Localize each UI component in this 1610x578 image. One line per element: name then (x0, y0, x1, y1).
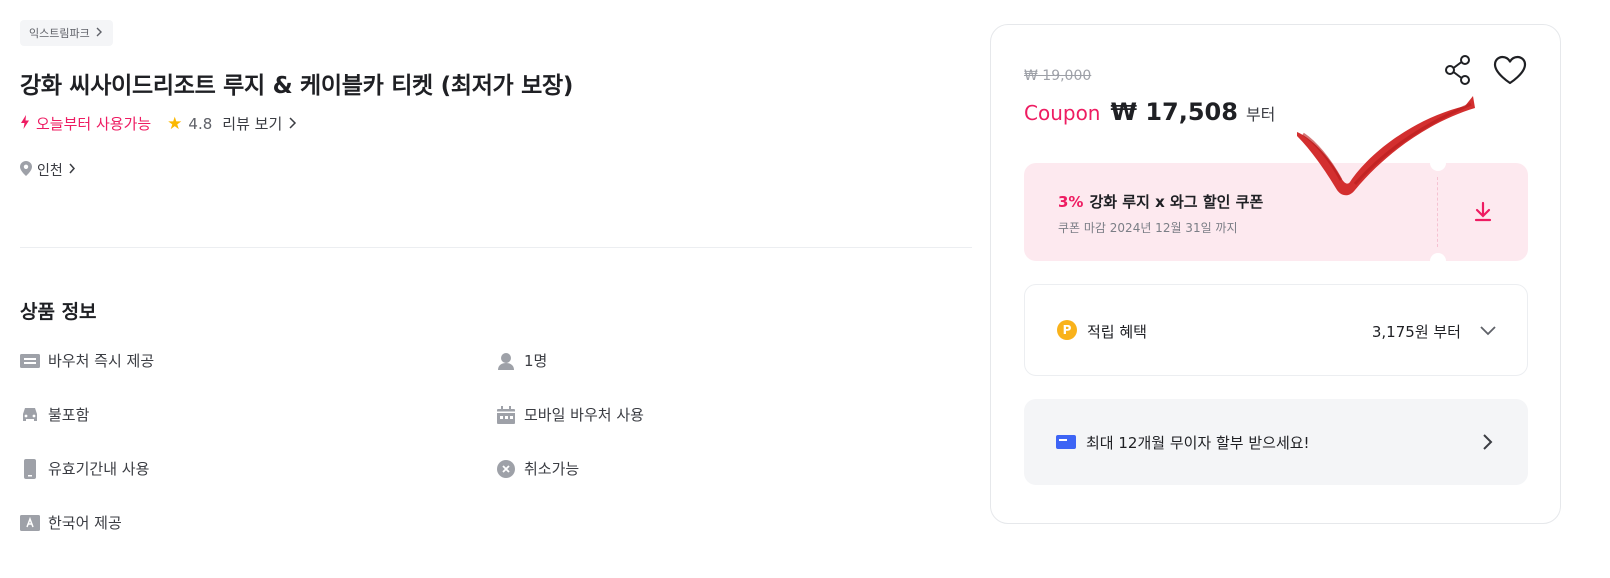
info-mobile-voucher: 모바일 바우처 사용 (496, 404, 644, 425)
download-icon[interactable] (1470, 199, 1496, 225)
ticket-notch (1430, 253, 1446, 261)
rating-value: 4.8 (188, 114, 213, 133)
coupon-percent: 3% (1058, 193, 1084, 211)
person-icon (496, 351, 516, 371)
info-validity: 유효기간내 사용 (20, 458, 149, 479)
info-label: 불포함 (48, 406, 90, 424)
chevron-right-icon (94, 26, 104, 41)
language-icon (20, 513, 40, 533)
installment-row[interactable]: 최대 12개월 무이자 할부 받으세요! (1024, 399, 1528, 485)
product-header: 익스트림파크 강화 씨사이드리조트 루지 & 케이블카 티켓 (최저가 보장) … (20, 20, 970, 180)
product-meta: 오늘부터 사용가능 ★ 4.8 리뷰 보기 (20, 113, 970, 134)
checkmark-icon (1295, 90, 1480, 200)
chevron-right-icon[interactable] (1476, 431, 1498, 453)
location-link[interactable]: 인천 (20, 160, 970, 180)
info-transport: 불포함 (20, 404, 89, 425)
divider (20, 247, 972, 248)
coupon-deadline: 쿠폰 마감 2024년 12월 31일 까지 (1058, 221, 1238, 235)
info-label: 취소가능 (524, 460, 580, 478)
discount-price: ₩ 17,508 (1110, 98, 1238, 126)
info-people: 1명 (496, 350, 547, 371)
info-label: 1명 (524, 352, 548, 370)
info-cancellation: 취소가능 (496, 458, 579, 479)
lightning-icon (20, 114, 30, 133)
breadcrumb[interactable]: 익스트림파크 (20, 20, 113, 46)
cancel-circle-icon (496, 459, 516, 479)
points-row[interactable]: P 적립 혜택 3,175원 부터 (1024, 284, 1528, 376)
price-suffix: 부터 (1245, 105, 1276, 124)
chevron-down-icon[interactable] (1477, 319, 1499, 341)
star-icon: ★ (167, 113, 183, 134)
original-price: ₩ 19,000 (1024, 68, 1092, 84)
info-label: 모바일 바우처 사용 (524, 406, 644, 424)
review-link[interactable]: 리뷰 보기 (222, 113, 282, 134)
info-voucher: 바우처 즉시 제공 (20, 350, 154, 371)
price-line: Coupon ₩ 17,508 부터 (1024, 98, 1275, 126)
chevron-right-icon (288, 115, 297, 133)
credit-card-icon (1056, 435, 1076, 449)
coupon-title-text: 강화 루지 x 와그 할인 쿠폰 (1089, 193, 1264, 211)
location-text: 인천 (37, 163, 63, 179)
info-language: 한국어 제공 (20, 512, 122, 533)
points-label: 적립 혜택 (1087, 323, 1147, 341)
chevron-right-icon (68, 162, 76, 178)
page-title: 강화 씨사이드리조트 루지 & 케이블카 티켓 (최저가 보장) (20, 73, 574, 99)
breadcrumb-label: 익스트림파크 (29, 27, 90, 40)
phone-icon (20, 458, 40, 479)
section-title: 상품 정보 (20, 301, 97, 323)
points-value: 3,175원 부터 (1371, 323, 1461, 341)
availability-text: 오늘부터 사용가능 (36, 115, 152, 133)
heart-icon[interactable] (1491, 51, 1529, 89)
ticket-icon (20, 351, 40, 371)
calendar-icon (496, 405, 516, 425)
points-badge-icon: P (1057, 320, 1077, 340)
location-pin-icon (20, 160, 32, 180)
availability-badge: 오늘부터 사용가능 (20, 113, 151, 134)
info-label: 바우처 즉시 제공 (48, 352, 155, 370)
info-label: 유효기간내 사용 (48, 460, 150, 478)
info-label: 한국어 제공 (48, 514, 122, 532)
share-icon[interactable] (1441, 53, 1475, 87)
car-icon (20, 405, 40, 425)
coupon-word: Coupon (1024, 101, 1101, 125)
coupon-title: 3% 강화 루지 x 와그 할인 쿠폰 (1058, 191, 1263, 212)
installment-label: 최대 12개월 무이자 할부 받으세요! (1086, 434, 1310, 452)
